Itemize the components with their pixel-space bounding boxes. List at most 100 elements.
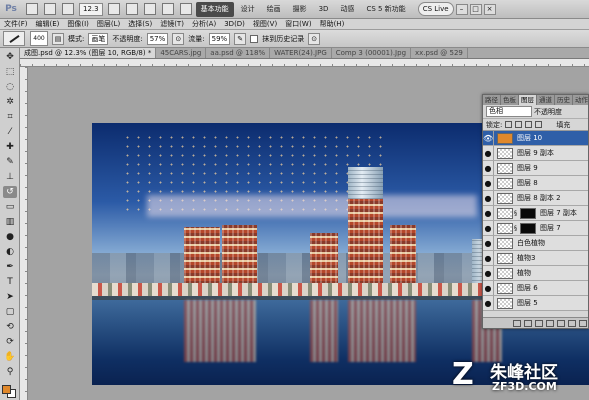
minibridge-icon[interactable]	[44, 3, 56, 15]
link-layers-icon[interactable]	[513, 319, 521, 327]
vertical-ruler[interactable]	[20, 67, 28, 400]
new-layer-icon[interactable]	[568, 319, 576, 327]
menu-analysis[interactable]: 分析(A)	[188, 19, 220, 29]
menu-select[interactable]: 选择(S)	[124, 19, 156, 29]
layer-row[interactable]: ● 植物	[483, 266, 588, 281]
cs-live-button[interactable]: CS Live	[417, 2, 454, 16]
eye-icon[interactable]: ●	[483, 266, 494, 280]
mode-select[interactable]: 画笔	[88, 32, 109, 45]
tab-channels[interactable]: 通道	[537, 95, 555, 105]
layer-mask-thumbnail[interactable]	[520, 222, 536, 234]
screen-mode-icon[interactable]	[179, 3, 192, 15]
crop-tool-icon[interactable]: ⌗	[3, 111, 17, 123]
clone-stamp-tool-icon[interactable]: ⊥	[3, 171, 17, 183]
horizontal-ruler[interactable]	[20, 59, 589, 67]
eye-icon[interactable]: ●	[483, 161, 494, 175]
workspace-photography[interactable]: 摄影	[288, 2, 312, 17]
marquee-tool-icon[interactable]: ⬚	[3, 66, 17, 78]
layer-row[interactable]: 👁 图层 10	[483, 131, 588, 146]
minimize-button[interactable]: –	[455, 3, 468, 15]
menu-layer[interactable]: 图层(L)	[93, 19, 124, 29]
layer-row[interactable]: ● 植物3	[483, 251, 588, 266]
chain-link-icon[interactable]: §	[514, 210, 519, 217]
eye-icon[interactable]: 👁	[483, 131, 494, 145]
path-select-tool-icon[interactable]: ➤	[3, 291, 17, 303]
flow-input[interactable]: 59%	[208, 32, 231, 45]
workspace-cs5-new[interactable]: CS 5 新功能	[361, 2, 410, 17]
blur-tool-icon[interactable]: ●	[3, 231, 17, 243]
adjustment-layer-icon[interactable]	[546, 319, 554, 327]
zoom-level-select[interactable]: 12.3	[79, 2, 103, 16]
tab-paths[interactable]: 路径	[483, 95, 501, 105]
layer-row[interactable]: ● 图层 8 副本 2	[483, 191, 588, 206]
workspace-motion[interactable]: 动感	[335, 2, 359, 17]
brush-panel-toggle-icon[interactable]: ▤	[52, 32, 64, 45]
menu-view[interactable]: 视图(V)	[249, 19, 281, 29]
eyedropper-tool-icon[interactable]: ⁄	[3, 126, 17, 138]
menu-file[interactable]: 文件(F)	[0, 19, 32, 29]
doc-tab[interactable]: 45CARS.jpg	[156, 48, 207, 58]
workspace-painting[interactable]: 绘画	[262, 2, 286, 17]
layer-row[interactable]: ● 白色植物	[483, 236, 588, 251]
rotate-view-icon[interactable]	[143, 3, 156, 15]
doc-tab-active[interactable]: 成图.psd @ 12.3% (图层 10, RGB/8) *	[20, 48, 157, 58]
doc-tab[interactable]: Comp 3 (00001).Jpg	[332, 48, 412, 58]
menu-image[interactable]: 图像(I)	[63, 19, 93, 29]
pen-tool-icon[interactable]: ✒	[3, 261, 17, 273]
layer-style-icon[interactable]	[524, 319, 532, 327]
menu-edit[interactable]: 编辑(E)	[32, 19, 64, 29]
history-brush-tool-icon[interactable]: ↺	[3, 186, 17, 198]
new-group-icon[interactable]	[557, 319, 565, 327]
guides-icon[interactable]	[62, 3, 74, 15]
layer-mask-thumbnail[interactable]	[520, 207, 536, 219]
opacity-input[interactable]: 57%	[146, 32, 169, 45]
eye-icon[interactable]: ●	[483, 221, 494, 235]
maximize-button[interactable]: □	[469, 3, 482, 15]
tab-actions[interactable]: 动作	[573, 95, 588, 105]
lock-transparency-icon[interactable]	[505, 121, 513, 128]
menu-filter[interactable]: 滤镜(T)	[156, 19, 188, 29]
eye-icon[interactable]: ●	[483, 146, 494, 160]
layer-row[interactable]: ● 图层 9 副本	[483, 146, 588, 161]
layer-row[interactable]: ● § 图层 7 副本	[483, 206, 588, 221]
brush-size-picker[interactable]: 400	[30, 31, 48, 46]
delete-layer-icon[interactable]	[579, 319, 587, 327]
layer-row[interactable]: ● 图层 5	[483, 296, 588, 311]
doc-tab[interactable]: xx.psd @ 529	[411, 48, 468, 58]
lock-pixels-icon[interactable]	[515, 121, 523, 128]
workspace-design[interactable]: 设计	[236, 2, 260, 17]
doc-tab[interactable]: aa.psd @ 118%	[206, 48, 271, 58]
zoom-tool-icon[interactable]: ⚲	[3, 366, 17, 378]
quick-select-tool-icon[interactable]: ✲	[3, 96, 17, 108]
menu-3d[interactable]: 3D(D)	[220, 19, 249, 29]
zoom-tool-icon[interactable]	[125, 3, 138, 15]
chain-link-icon[interactable]: §	[514, 225, 519, 232]
layer-row[interactable]: ● § 图层 7	[483, 221, 588, 236]
dodge-tool-icon[interactable]: ◐	[3, 246, 17, 258]
eye-icon[interactable]: ●	[483, 176, 494, 190]
blend-mode-select[interactable]: 色相	[486, 106, 532, 117]
layer-row[interactable]: ● 图层 6	[483, 281, 588, 296]
workspace-3d[interactable]: 3D	[314, 2, 334, 17]
history-brush-tool-preset[interactable]	[3, 31, 25, 46]
brush-tool-icon[interactable]: ✎	[3, 156, 17, 168]
tab-layers[interactable]: 图层	[519, 95, 537, 105]
eye-icon[interactable]: ●	[483, 251, 494, 265]
pressure-size-icon[interactable]: ⊙	[308, 32, 321, 45]
erase-to-history-checkbox[interactable]	[250, 34, 259, 43]
airbrush-icon[interactable]: ✎	[234, 32, 247, 45]
lock-all-icon[interactable]	[535, 121, 543, 128]
move-tool-icon[interactable]: ✥	[3, 51, 17, 63]
3d-camera-tool-icon[interactable]: ⟳	[3, 336, 17, 348]
healing-brush-tool-icon[interactable]: ✚	[3, 141, 17, 153]
layer-row[interactable]: ● 图层 9	[483, 161, 588, 176]
doc-tab[interactable]: WATER(24).JPG	[270, 48, 332, 58]
menu-help[interactable]: 帮助(H)	[316, 19, 349, 29]
lock-position-icon[interactable]	[525, 121, 533, 128]
eye-icon[interactable]: ●	[483, 296, 494, 310]
hand-tool-icon[interactable]: ✋	[3, 351, 17, 363]
eye-icon[interactable]: ●	[483, 236, 494, 250]
layer-row[interactable]: ● 图层 8	[483, 176, 588, 191]
eye-icon[interactable]: ●	[483, 281, 494, 295]
gradient-tool-icon[interactable]: ▥	[3, 216, 17, 228]
